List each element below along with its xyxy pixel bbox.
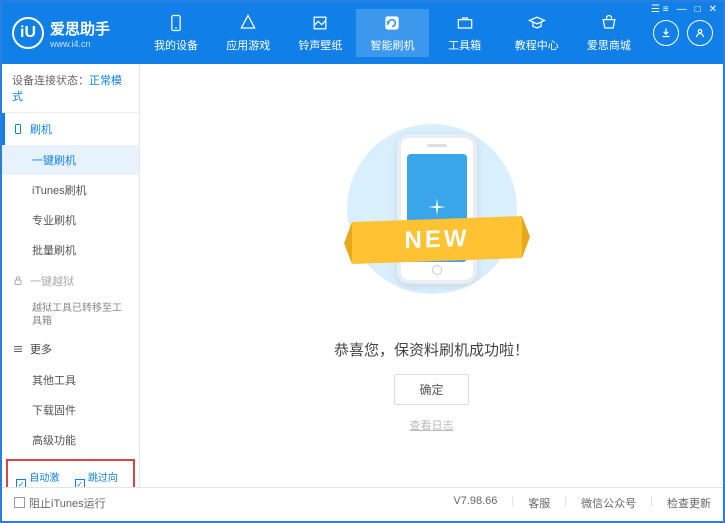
menu-lines-icon (12, 343, 24, 355)
checkmark-icon: ✓ (75, 479, 85, 488)
wechat-link[interactable]: 微信公众号 (581, 495, 636, 511)
nav-tab-apps[interactable]: 应用游戏 (212, 9, 284, 57)
app-url: www.i4.cn (50, 39, 110, 49)
support-link[interactable]: 客服 (528, 495, 550, 511)
phone-small-icon (12, 123, 24, 135)
app-header: ☰ ≡ — □ ✕ iU 爱思助手 www.i4.cn 我的设备 应用游戏 铃声… (2, 2, 723, 64)
store-icon (599, 13, 619, 33)
nav-tab-toolbox[interactable]: 工具箱 (429, 9, 501, 57)
nav-tab-store[interactable]: 爱思商城 (573, 9, 645, 57)
apps-icon (238, 13, 258, 33)
nav-tabs: 我的设备 应用游戏 铃声壁纸 智能刷机 工具箱 教程中心 爱思商城 (140, 9, 645, 57)
app-logo-icon: iU (12, 17, 44, 49)
sidebar-item-pro-flash[interactable]: 专业刷机 (2, 205, 139, 235)
nav-tab-tutorials[interactable]: 教程中心 (501, 9, 573, 57)
nav-tab-ringtones[interactable]: 铃声壁纸 (284, 9, 356, 57)
maximize-icon[interactable]: □ (695, 4, 701, 15)
checkbox-auto-activate[interactable]: ✓ 自动激活 (16, 469, 67, 487)
menu-icon[interactable]: ☰ ≡ (651, 4, 669, 15)
success-message: 恭喜您，保资料刷机成功啦！ (334, 339, 529, 360)
sidebar-item-itunes-flash[interactable]: iTunes刷机 (2, 175, 139, 205)
section-flash[interactable]: 刷机 (2, 113, 139, 145)
view-log-link[interactable]: 查看日志 (410, 417, 454, 433)
logo-area: iU 爱思助手 www.i4.cn (12, 17, 140, 49)
sidebar-item-other-tools[interactable]: 其他工具 (2, 365, 139, 395)
checkbox-empty-icon (14, 497, 25, 508)
sidebar-item-batch-flash[interactable]: 批量刷机 (2, 235, 139, 265)
checkbox-skip-guide[interactable]: ✓ 跳过向导 (75, 469, 126, 487)
flash-icon (382, 13, 402, 33)
nav-tab-flash[interactable]: 智能刷机 (356, 9, 428, 57)
lock-icon (12, 275, 24, 287)
section-jailbreak[interactable]: 一键越狱 (2, 265, 139, 297)
checkbox-block-itunes[interactable]: 阻止iTunes运行 (14, 495, 106, 511)
nav-tab-my-device[interactable]: 我的设备 (140, 9, 212, 57)
version-label: V7.98.66 (453, 495, 497, 511)
new-banner: NEW (352, 216, 522, 264)
close-icon[interactable]: ✕ (709, 4, 717, 15)
window-controls: ☰ ≡ — □ ✕ (651, 4, 717, 15)
jailbreak-note: 越狱工具已转移至工具箱 (2, 297, 139, 333)
app-title: 爱思助手 (50, 18, 110, 39)
minimize-icon[interactable]: — (677, 4, 687, 15)
check-update-link[interactable]: 检查更新 (667, 495, 711, 511)
footer: 阻止iTunes运行 V7.98.66 | 客服 | 微信公众号 | 检查更新 (2, 487, 723, 517)
main-content: NEW 恭喜您，保资料刷机成功啦！ 确定 查看日志 (140, 64, 723, 487)
checkmark-icon: ✓ (16, 479, 26, 488)
section-more[interactable]: 更多 (2, 333, 139, 365)
wallpaper-icon (310, 13, 330, 33)
sidebar: 设备连接状态：正常模式 刷机 一键刷机 iTunes刷机 专业刷机 批量刷机 一… (2, 64, 140, 487)
success-illustration: NEW (357, 129, 507, 309)
user-icon (693, 26, 707, 40)
connection-status: 设备连接状态：正常模式 (2, 64, 139, 113)
sidebar-item-oneclick-flash[interactable]: 一键刷机 (2, 145, 139, 175)
user-button[interactable] (687, 20, 713, 46)
phone-icon (166, 13, 186, 33)
sidebar-item-download-firmware[interactable]: 下载固件 (2, 395, 139, 425)
ok-button[interactable]: 确定 (394, 374, 468, 405)
sidebar-item-advanced[interactable]: 高级功能 (2, 425, 139, 455)
shine-icon (425, 196, 449, 220)
options-checkboxes: ✓ 自动激活 ✓ 跳过向导 (6, 459, 135, 487)
download-icon (659, 26, 673, 40)
toolbox-icon (455, 13, 475, 33)
download-button[interactable] (653, 20, 679, 46)
graduation-icon (527, 13, 547, 33)
